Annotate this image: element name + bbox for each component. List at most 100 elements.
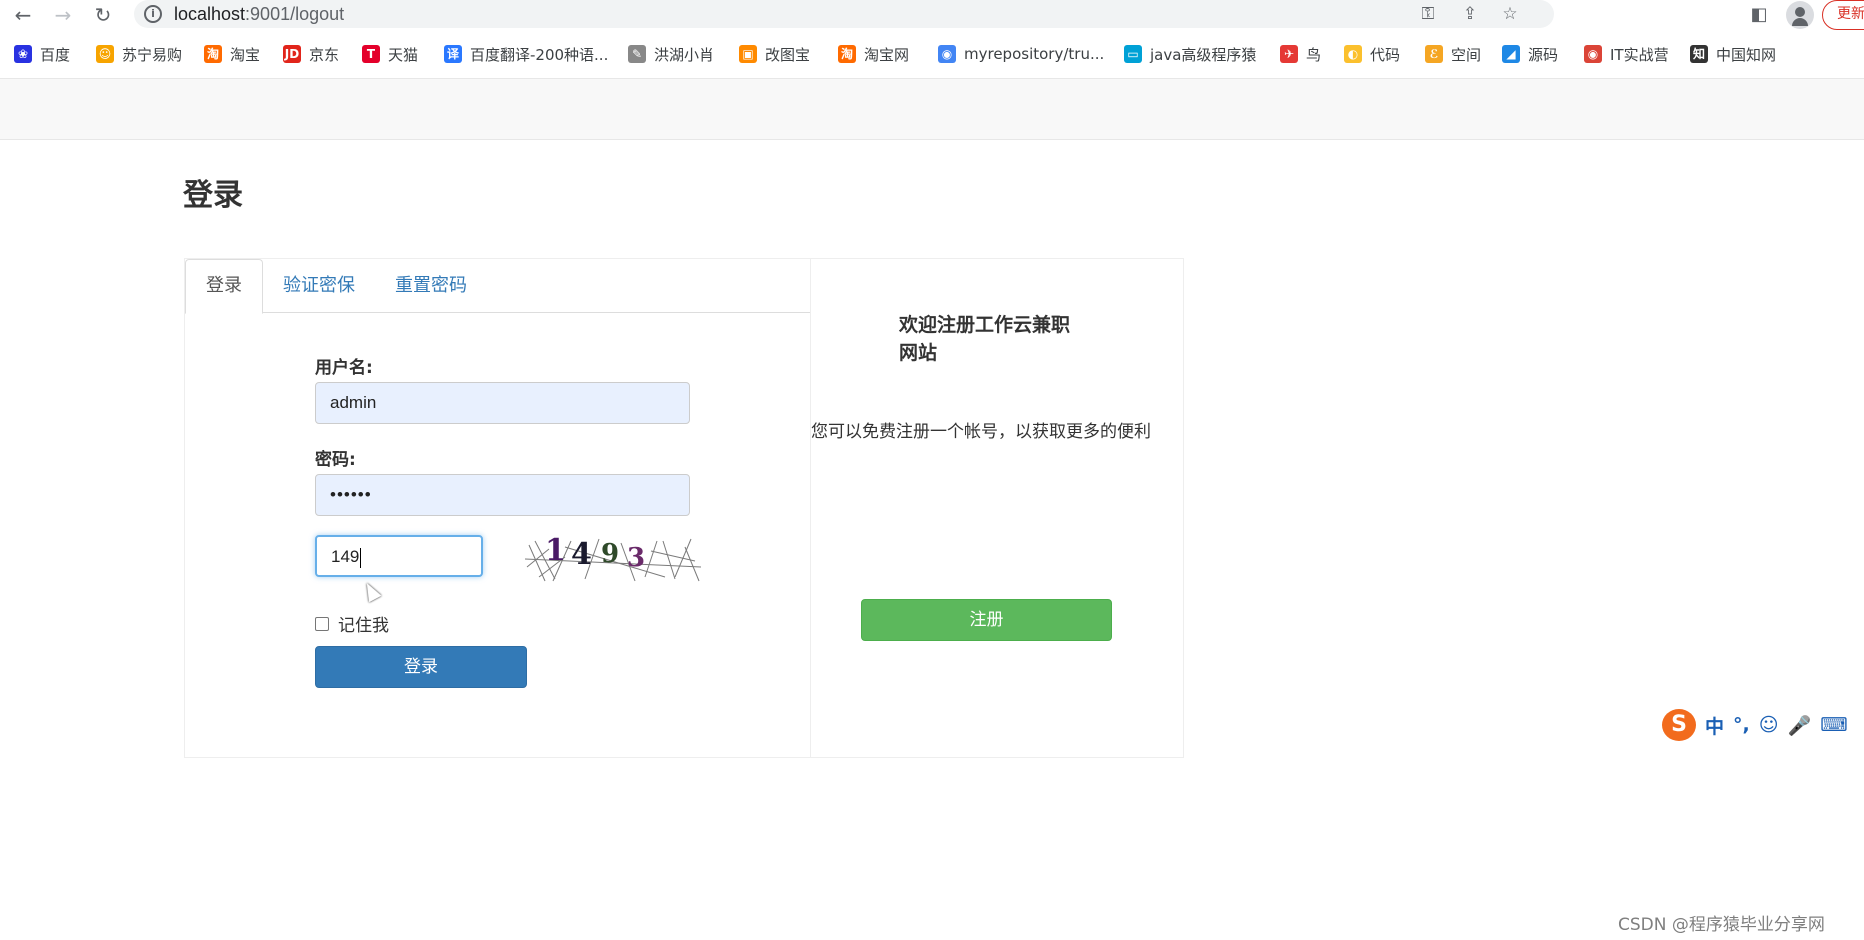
bookmark-label: 淘宝网 (864, 45, 910, 64)
bookmark-label: java高级程序猿 (1150, 45, 1257, 64)
welcome-line-2: 网站 (899, 342, 938, 364)
bookmark-label: myrepository/tru... (964, 45, 1105, 63)
login-button[interactable]: 登录 (315, 646, 527, 688)
captcha-input[interactable]: 149 (315, 535, 483, 577)
tmall-icon: T (362, 45, 380, 63)
forward-icon[interactable]: → (50, 2, 76, 28)
remember-checkbox[interactable] (315, 616, 329, 631)
bookmark-label: 空间 (1451, 45, 1482, 64)
bookmark-label: IT实战营 (1610, 45, 1669, 64)
bookmark-item[interactable]: ℰ 空间 (1425, 42, 1481, 66)
bookmark-label: 鸟 (1306, 45, 1322, 64)
ime-keyboard-icon[interactable]: ⌨ (1820, 714, 1847, 736)
register-button[interactable]: 注册 (861, 599, 1112, 641)
back-icon[interactable]: ← (10, 2, 36, 28)
ime-toolbar[interactable]: S 中 °, ☺ 🎤 ⌨ (1660, 708, 1864, 742)
remember-me[interactable]: 记住我 (315, 611, 389, 636)
key-icon[interactable]: ⚿ (1416, 3, 1440, 25)
bookmark-item[interactable]: 知中国知网 (1690, 42, 1776, 66)
site-info-icon[interactable]: i (144, 5, 162, 23)
ime-punctuation-icon[interactable]: °, (1733, 714, 1750, 736)
captcha-digit: 1 (545, 537, 566, 568)
captcha-digit: 3 (627, 543, 646, 573)
bookmark-item[interactable]: ✈ 鸟 (1280, 42, 1321, 66)
captcha-digit: 4 (571, 537, 592, 572)
browser-toolbar: ← → ↻ i localhost:9001/logout ⚿ ⇪ ☆ ◧ 更新 (0, 0, 1864, 30)
bookmark-star-icon[interactable]: ☆ (1498, 3, 1522, 25)
tab-verify-security[interactable]: 验证密保 (263, 259, 375, 313)
password-label: 密码: (315, 450, 356, 470)
page-title: 登录 (183, 178, 243, 213)
login-column: 登录 验证密保 重置密码 用户名: admin 密码: •••••• 149 1… (185, 259, 810, 757)
share-icon[interactable]: ⇪ (1458, 3, 1482, 25)
bookmark-label: 改图宝 (765, 45, 811, 64)
bookmark-label: 京东 (309, 45, 340, 64)
captcha-input-value: 149 (331, 547, 360, 566)
bookmark-item[interactable]: ▣ 改图宝 (739, 42, 810, 66)
text-caret (360, 547, 362, 568)
gaitubao-icon: ▣ (739, 45, 757, 63)
welcome-line-1: 欢迎注册工作云兼职 (899, 314, 1071, 336)
bookmark-label: 洪湖小肖 (654, 45, 715, 64)
suning-icon: ☺ (96, 45, 114, 63)
taobao-icon: 淘 (838, 45, 856, 63)
username-input[interactable]: admin (315, 382, 690, 424)
register-column: 欢迎注册工作云兼职 网站 您可以免费注册一个帐号，以获取更多的便利 注册 (810, 259, 1183, 757)
update-button[interactable]: 更新 (1822, 0, 1864, 30)
bookmark-item[interactable]: ◉ IT实战营 (1584, 42, 1669, 66)
bookmark-item[interactable]: ◐ 代码 (1344, 42, 1400, 66)
bird-icon: ✎ (628, 45, 646, 63)
qzone-icon: ℰ (1425, 45, 1443, 63)
address-bar[interactable]: i localhost:9001/logout ⚿ ⇪ ☆ (134, 0, 1554, 28)
sogou-ime-icon[interactable]: S (1662, 709, 1696, 741)
captcha-digit: 9 (601, 539, 620, 569)
bookmark-item[interactable]: 淘淘宝网 (838, 42, 909, 66)
chrome-icon: ◉ (1584, 45, 1602, 63)
bilibili-icon: ▭ (1124, 45, 1142, 63)
bookmark-item[interactable]: 淘淘宝 (204, 42, 260, 66)
taobao-icon: 淘 (204, 45, 222, 63)
username-label: 用户名: (315, 358, 373, 378)
bookmark-item[interactable]: ▭ java高级程序猿 (1124, 42, 1256, 66)
login-panel: 登录 验证密保 重置密码 用户名: admin 密码: •••••• 149 1… (184, 258, 1184, 758)
password-input[interactable]: •••••• (315, 474, 690, 516)
tab-reset-password[interactable]: 重置密码 (375, 259, 487, 313)
jd-icon: JD (283, 45, 301, 63)
bookmark-label: 天猫 (388, 45, 419, 64)
profile-avatar-icon[interactable] (1786, 1, 1814, 29)
bookmark-label: 代码 (1370, 45, 1401, 64)
bookmark-label: 百度翻译-200种语... (470, 45, 609, 64)
side-panel-icon[interactable]: ◧ (1746, 2, 1772, 28)
bookmark-label: 苏宁易购 (122, 45, 183, 64)
bookmark-item[interactable]: ❀ 百度 (14, 42, 70, 66)
bookmark-item[interactable]: ◢ 源码 (1502, 42, 1558, 66)
url-path: :9001/logout (245, 4, 345, 24)
source-icon: ◢ (1502, 45, 1520, 63)
bookmark-label: 淘宝 (230, 45, 261, 64)
url-text[interactable]: localhost:9001/logout (174, 4, 344, 25)
code-icon: ◐ (1344, 45, 1362, 63)
register-promo-text: 您可以免费注册一个帐号，以获取更多的便利 (811, 422, 1151, 442)
tab-login[interactable]: 登录 (185, 259, 263, 314)
bookmark-label: 中国知网 (1716, 45, 1777, 64)
cnki-icon: 知 (1690, 45, 1708, 63)
bookmark-item[interactable]: JD 京东 (283, 42, 339, 66)
bookmark-item[interactable]: ◉ myrepository/tru... (938, 42, 1104, 66)
watermark: CSDN @程序猿毕业分享网 (1618, 915, 1825, 935)
bird-icon: ✈ (1280, 45, 1298, 63)
bookmark-item[interactable]: 译百度翻译-200种语... (444, 42, 608, 66)
ime-voice-icon[interactable]: 🎤 (1788, 714, 1812, 737)
bookmark-label: 百度 (40, 45, 71, 64)
reload-icon[interactable]: ↻ (90, 2, 116, 28)
bookmark-label: 源码 (1528, 45, 1559, 64)
chrome-icon: ◉ (938, 45, 956, 63)
ime-emoji-icon[interactable]: ☺ (1759, 714, 1779, 736)
captcha-image[interactable]: 1 4 9 3 (525, 537, 701, 583)
url-host: localhost (174, 4, 246, 24)
tab-bar: 登录 验证密保 重置密码 (185, 259, 810, 314)
ime-chinese-mode-icon[interactable]: 中 (1705, 712, 1724, 739)
bookmark-item[interactable]: ☺ 苏宁易购 (96, 42, 182, 66)
bookmark-item[interactable]: T 天猫 (362, 42, 418, 66)
page-navbar (0, 78, 1864, 140)
bookmark-item[interactable]: ✎ 洪湖小肖 (628, 42, 714, 66)
